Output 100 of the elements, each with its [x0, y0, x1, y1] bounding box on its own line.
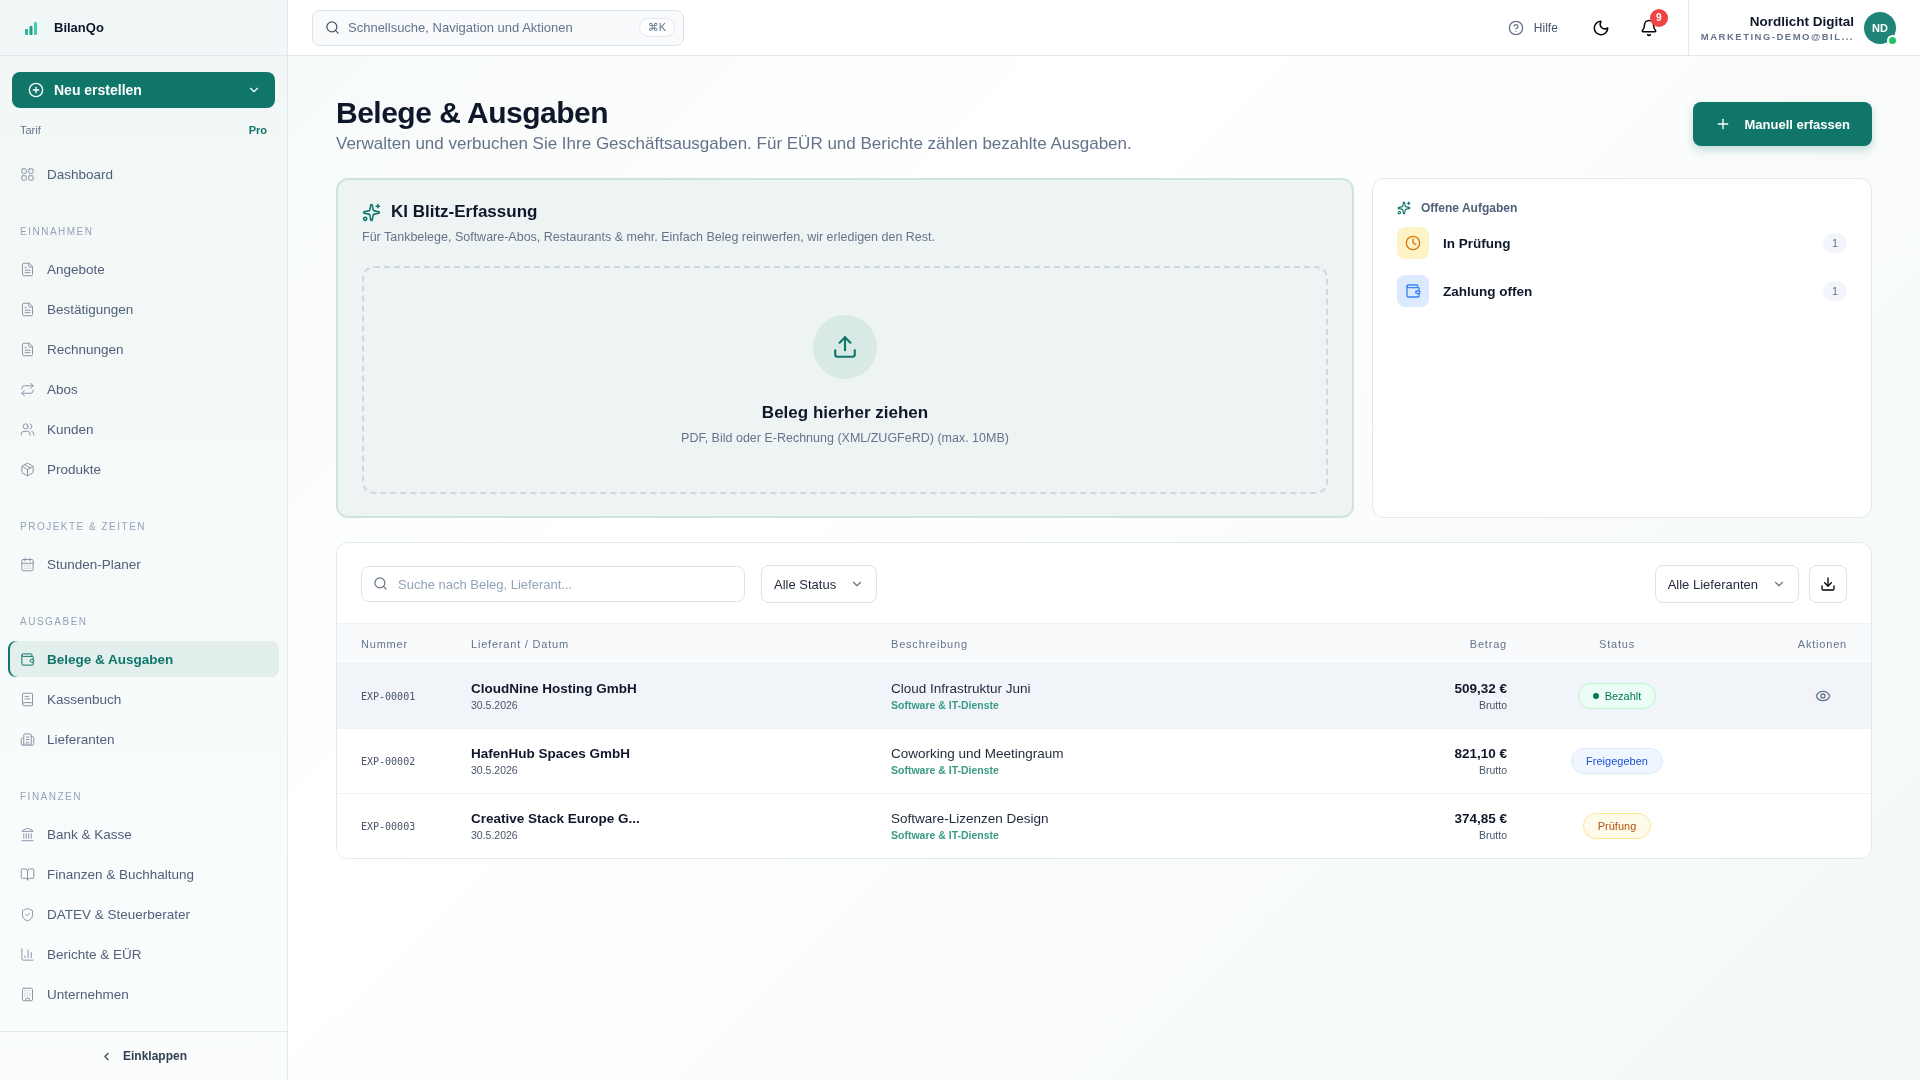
- expense-description: Coworking und Meetingraum: [891, 746, 1064, 761]
- nav-icon: [20, 556, 35, 572]
- expense-number: EXP-00001: [361, 690, 417, 702]
- notifications-icon[interactable]: [1639, 18, 1658, 37]
- brand-name: BilanQo: [54, 20, 104, 35]
- moon-icon[interactable]: [1591, 18, 1610, 37]
- nav-group-title: FINANZEN: [19, 790, 83, 804]
- column-header: Lieferant / Datum: [471, 637, 570, 650]
- expense-date: 30.5.2026: [471, 699, 518, 711]
- column-header: Status: [1598, 637, 1636, 650]
- sidebar-item[interactable]: Stunden-Planer: [8, 546, 279, 582]
- amount-note: Brutto: [1479, 699, 1507, 711]
- nav-icon: [20, 261, 35, 277]
- nav-icon: [20, 906, 35, 922]
- manual-entry-button[interactable]: Manuell erfassen: [1692, 102, 1872, 146]
- nav-icon: [20, 381, 35, 397]
- sidebar-item[interactable]: Finanzen & Buchhaltung: [8, 856, 279, 892]
- sidebar-item[interactable]: Lieferanten: [8, 721, 279, 757]
- page-subtitle: Verwalten und verbuchen Sie Ihre Geschäftsausgaben. Für EÜR und Berichte zählen bezahlte Ausgaben.: [336, 134, 1132, 154]
- sidebar-item[interactable]: Produkte: [8, 451, 279, 487]
- task-count: 1: [1823, 233, 1847, 253]
- download-button[interactable]: [1809, 565, 1847, 603]
- sparkles-icon: [1397, 201, 1411, 215]
- sidebar-item[interactable]: Dashboard: [8, 156, 279, 192]
- plan-label: Tarif: [20, 124, 41, 136]
- help-icon: [1507, 19, 1524, 36]
- help-button[interactable]: Hilfe: [1501, 18, 1564, 37]
- sidebar-item[interactable]: Bank & Kasse: [8, 816, 279, 852]
- nav-icon: [20, 461, 35, 477]
- supplier-name: CloudNine Hosting GmbH: [471, 681, 637, 696]
- user-email: MARKETING-DEMO@BIL...: [1700, 30, 1854, 42]
- expense-amount: 509,32 €: [1454, 681, 1507, 696]
- sidebar-item[interactable]: Angebote: [8, 251, 279, 287]
- sidebar-item[interactable]: Kassenbuch: [8, 681, 279, 717]
- nav-icon: [20, 691, 35, 707]
- sidebar-item[interactable]: Rechnungen: [8, 331, 279, 367]
- expense-category: Software & IT-Dienste: [891, 829, 999, 841]
- status-badge: Bezahlt: [1577, 683, 1657, 709]
- supplier-filter[interactable]: Alle Lieferanten: [1654, 565, 1799, 603]
- task-label[interactable]: Zahlung offen: [1443, 283, 1809, 299]
- expense-amount: 374,85 €: [1454, 811, 1507, 826]
- nav-icon: [20, 731, 35, 747]
- dropzone-hint: PDF, Bild oder E-Rechnung (XML/ZUGFeRD) (max. 10MB): [681, 431, 1009, 445]
- sidebar-item[interactable]: Belege & Ausgaben: [8, 641, 279, 677]
- collapse-button[interactable]: Einklappen: [94, 1048, 193, 1064]
- create-button[interactable]: Neu erstellen: [12, 72, 275, 108]
- card-title: KI Blitz-Erfassung: [391, 202, 538, 222]
- search-placeholder: Schnellsuche, Navigation und Aktionen: [348, 20, 574, 35]
- expense-description: Cloud Infrastruktur Juni: [891, 681, 1031, 696]
- search-icon: [373, 576, 388, 591]
- shortcut-hint: ⌘K: [638, 18, 675, 37]
- table-row[interactable]: EXP-00003 Creative Stack Europe G... 30.5.2026 Software-Lizenzen Design Software & IT-Dienste 374,85 € Brutto Prüfung: [337, 793, 1871, 858]
- notification-count: 9: [1649, 8, 1668, 27]
- upload-dropzone[interactable]: Beleg hierher ziehen PDF, Bild oder E-Rechnung (XML/ZUGFeRD) (max. 10MB): [362, 266, 1328, 494]
- status-badge: Freigegeben: [1571, 748, 1663, 774]
- supplier-name: HafenHub Spaces GmbH: [471, 746, 631, 761]
- user-name: Nordlicht Digital: [1749, 13, 1854, 29]
- dropzone-title: Beleg hierher ziehen: [761, 403, 929, 423]
- status-badge: Prüfung: [1582, 813, 1652, 839]
- nav-icon: [20, 866, 35, 882]
- nav-icon: [20, 166, 35, 182]
- column-header: Nummer: [361, 637, 409, 650]
- nav-icon: [20, 651, 35, 667]
- task-count: 1: [1823, 281, 1847, 301]
- nav-icon: [20, 826, 35, 842]
- sidebar-item[interactable]: Abos: [8, 371, 279, 407]
- expense-description: Software-Lizenzen Design: [891, 811, 1049, 826]
- column-header: Betrag: [1468, 637, 1507, 650]
- expense-date: 30.5.2026: [471, 764, 518, 776]
- nav-icon: [20, 421, 35, 437]
- nav-icon: [20, 986, 35, 1002]
- amount-note: Brutto: [1479, 764, 1507, 776]
- expense-number: EXP-00003: [361, 820, 417, 832]
- status-filter[interactable]: Alle Status: [761, 565, 878, 603]
- sparkles-icon: [362, 202, 381, 222]
- quick-search-field[interactable]: Schnellsuche, Navigation und Aktionen ⌘K: [312, 9, 684, 46]
- clock-icon: [1397, 227, 1429, 259]
- nav-icon: [20, 946, 35, 962]
- page-title: Belege & Ausgaben: [336, 96, 610, 130]
- sidebar-item[interactable]: Berichte & EÜR: [8, 936, 279, 972]
- card-description: Für Tankbelege, Software-Abos, Restaurants & mehr. Einfach Beleg reinwerfen, wir erledigen den Rest.: [362, 230, 936, 244]
- nav-group-title: EINNAHMEN: [19, 225, 95, 239]
- table-row[interactable]: EXP-00001 CloudNine Hosting GmbH 30.5.2026 Cloud Infrastruktur Juni Software & IT-Dienste 509,32 € Brutto Bezahlt: [337, 663, 1871, 728]
- wallet-icon: [1397, 275, 1429, 307]
- sidebar-item[interactable]: Unternehmen: [8, 976, 279, 1012]
- task-label[interactable]: In Prüfung: [1443, 235, 1809, 251]
- expense-number: EXP-00002: [361, 755, 417, 767]
- expense-amount: 821,10 €: [1454, 746, 1507, 761]
- user-avatar[interactable]: ND: [1864, 11, 1896, 44]
- search-icon: [325, 20, 340, 35]
- sidebar-item[interactable]: Kunden: [8, 411, 279, 447]
- sidebar-item[interactable]: DATEV & Steuerberater: [8, 896, 279, 932]
- sidebar-item[interactable]: Bestätigungen: [8, 291, 279, 327]
- expense-category: Software & IT-Dienste: [891, 764, 999, 776]
- column-header: Aktionen: [1796, 637, 1847, 650]
- expense-date: 30.5.2026: [471, 829, 518, 841]
- card-title: Offene Aufgaben: [1421, 201, 1518, 215]
- amount-note: Brutto: [1479, 829, 1507, 841]
- expense-category: Software & IT-Dienste: [891, 699, 999, 711]
- search-field[interactable]: Suche nach Beleg, Lieferant...: [361, 566, 745, 602]
